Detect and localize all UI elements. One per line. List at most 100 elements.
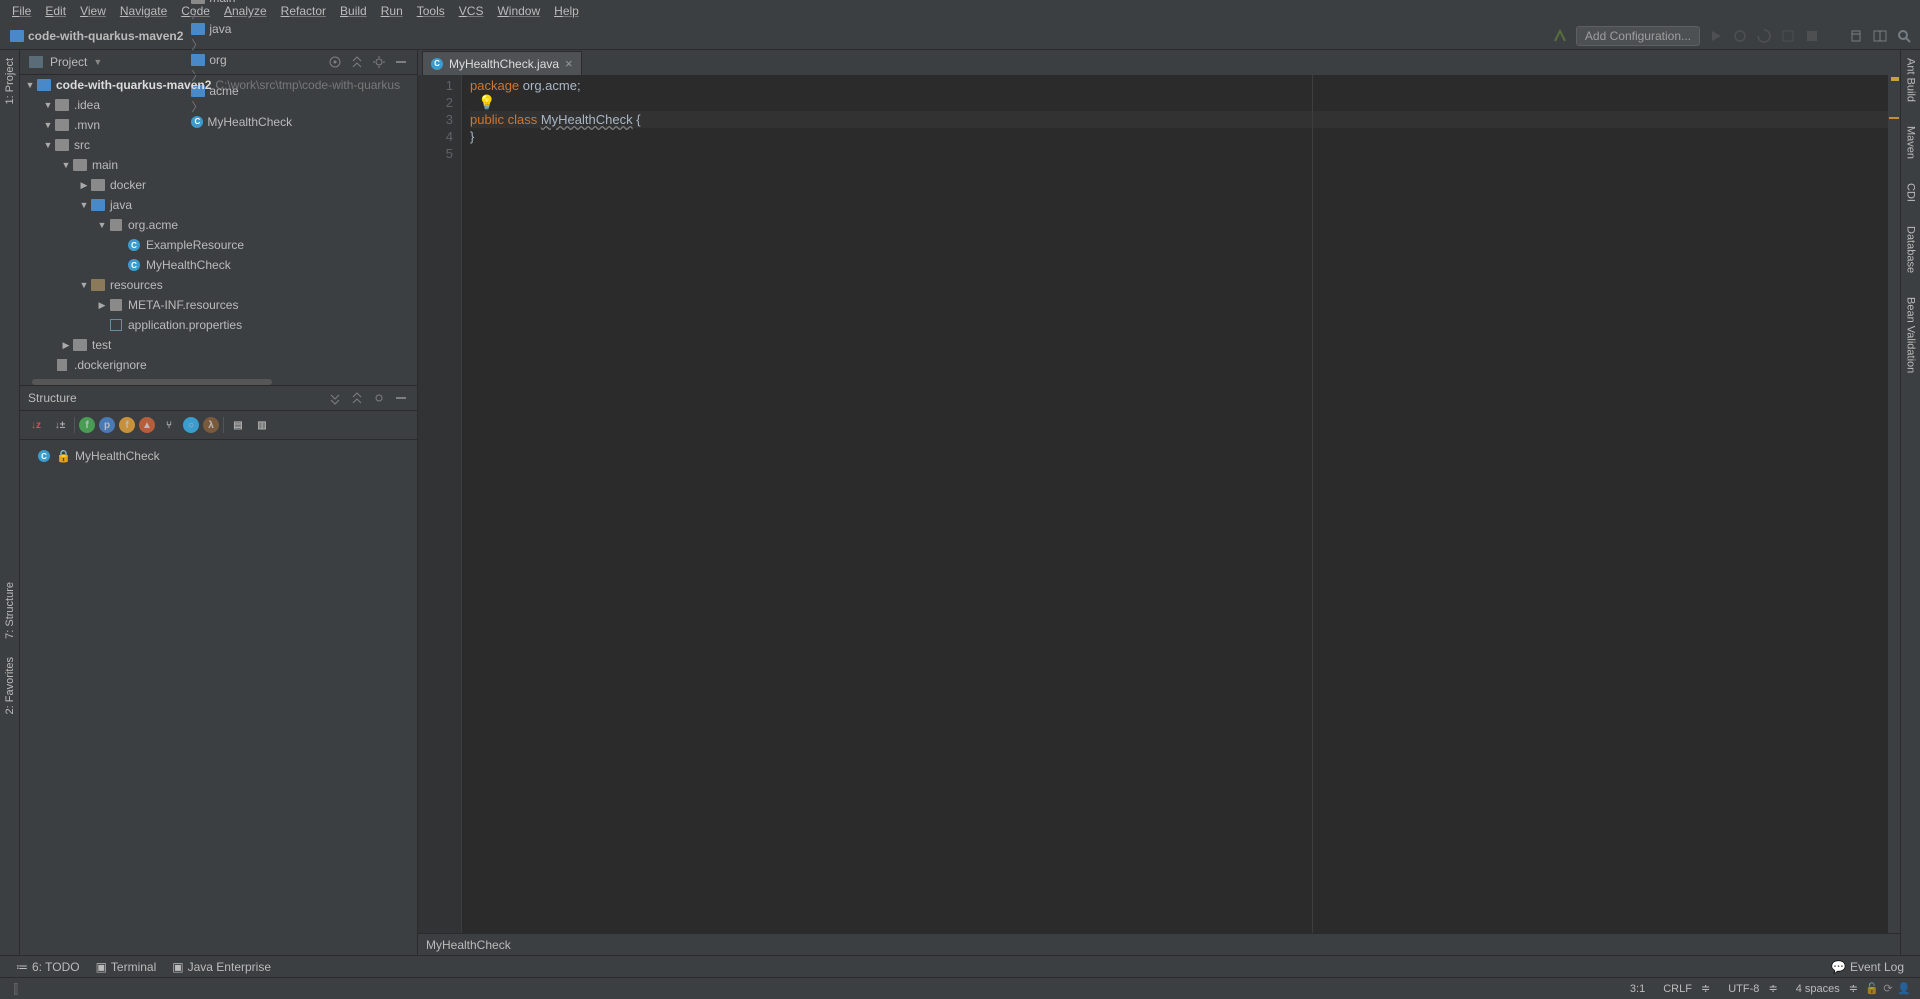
tree-item-myhealthcheck[interactable]: CMyHealthCheck bbox=[20, 255, 417, 275]
editor-breadcrumb[interactable]: MyHealthCheck bbox=[418, 933, 1900, 955]
line-number: 4 bbox=[418, 128, 453, 145]
file-encoding[interactable]: UTF-8 ≑ bbox=[1716, 982, 1783, 995]
folder-icon bbox=[191, 23, 205, 35]
class-icon: C bbox=[128, 259, 140, 271]
terminal-tool-button[interactable]: ▣Terminal bbox=[88, 960, 165, 974]
editor-tab-bar: C MyHealthCheck.java × bbox=[418, 50, 1900, 75]
expand-all-icon[interactable] bbox=[327, 390, 343, 406]
intention-bulb-icon[interactable]: 💡 bbox=[470, 94, 495, 110]
tree-item-dockerignore[interactable]: .dockerignore bbox=[20, 355, 417, 375]
locate-icon[interactable] bbox=[327, 54, 343, 70]
folder-icon bbox=[191, 0, 205, 4]
right-tab-maven[interactable]: Maven bbox=[1905, 122, 1917, 163]
tree-item-mvn[interactable]: ▼.mvn bbox=[20, 115, 417, 135]
folder-icon bbox=[91, 199, 105, 211]
sort-alpha-icon[interactable]: ↓z bbox=[26, 415, 46, 435]
tree-item-orgacme[interactable]: ▼org.acme bbox=[20, 215, 417, 235]
crumb-main[interactable]: main bbox=[189, 0, 294, 5]
readonly-lock-icon[interactable]: 🔓 bbox=[1864, 981, 1880, 997]
todo-tool-button[interactable]: ≔6: TODO bbox=[8, 960, 88, 974]
collapse-all-icon[interactable] bbox=[349, 390, 365, 406]
tree-item-src[interactable]: ▼src bbox=[20, 135, 417, 155]
tree-item-main[interactable]: ▼main bbox=[20, 155, 417, 175]
lock-icon: 🔒 bbox=[56, 449, 71, 463]
split-icon[interactable] bbox=[1872, 28, 1888, 44]
show-inherited-icon[interactable]: ▲ bbox=[139, 417, 155, 433]
tool-windows-icon[interactable] bbox=[8, 981, 24, 997]
search-everywhere-icon[interactable] bbox=[1896, 28, 1912, 44]
profile-icon[interactable] bbox=[1780, 28, 1796, 44]
left-tool-strip: 1: Project 7: Structure 2: Favorites bbox=[0, 50, 20, 955]
caret-position[interactable]: 3:1 bbox=[1624, 983, 1651, 995]
structure-panel-header: Structure bbox=[20, 386, 417, 411]
crumb-java[interactable]: java bbox=[189, 22, 294, 36]
folder-icon bbox=[91, 179, 105, 191]
project-tree[interactable]: ▼ code-with-quarkus-maven2 C:\work\src\t… bbox=[20, 75, 417, 385]
left-tab-project[interactable]: 1: Project bbox=[4, 54, 16, 108]
class-icon: C bbox=[38, 450, 50, 462]
crumb-project[interactable]: code-with-quarkus-maven2 bbox=[8, 29, 185, 43]
sort-visibility-icon[interactable]: ↓± bbox=[50, 415, 70, 435]
left-tab-structure[interactable]: 7: Structure bbox=[4, 578, 16, 643]
right-tab-database[interactable]: Database bbox=[1905, 222, 1917, 277]
debug-icon[interactable] bbox=[1732, 28, 1748, 44]
resources-folder-icon bbox=[91, 279, 105, 291]
line-number: 1 bbox=[418, 77, 453, 94]
memory-indicator-icon[interactable]: ⟳ bbox=[1880, 981, 1896, 997]
tree-item-docker[interactable]: ▶docker bbox=[20, 175, 417, 195]
vcs-icon[interactable] bbox=[1848, 28, 1864, 44]
package-icon bbox=[110, 299, 122, 311]
gutter: 12345 bbox=[418, 75, 462, 933]
editor-tab[interactable]: C MyHealthCheck.java × bbox=[422, 51, 582, 75]
right-tab-cdi[interactable]: CDI bbox=[1905, 179, 1917, 206]
tree-item-idea[interactable]: ▼.idea bbox=[20, 95, 417, 115]
line-number: 2 bbox=[418, 94, 453, 111]
error-stripe[interactable] bbox=[1888, 75, 1900, 933]
autoscroll-source-icon[interactable]: ▤ bbox=[228, 415, 248, 435]
tree-item-test[interactable]: ▶test bbox=[20, 335, 417, 355]
tree-item-java[interactable]: ▼java bbox=[20, 195, 417, 215]
tree-item-metainfresources[interactable]: ▶META-INF.resources bbox=[20, 295, 417, 315]
structure-item[interactable]: C 🔒 MyHealthCheck bbox=[28, 446, 409, 466]
tree-item-applicationproperties[interactable]: application.properties bbox=[20, 315, 417, 335]
hide-icon[interactable] bbox=[393, 54, 409, 70]
line-separator[interactable]: CRLF ≑ bbox=[1651, 982, 1716, 995]
collapse-all-icon[interactable] bbox=[349, 54, 365, 70]
jee-tool-button[interactable]: ▣Java Enterprise bbox=[164, 960, 279, 974]
right-tab-bean-validation[interactable]: Bean Validation bbox=[1905, 293, 1917, 377]
build-icon[interactable] bbox=[1552, 28, 1568, 44]
hide-icon[interactable] bbox=[393, 390, 409, 406]
run-coverage-icon[interactable] bbox=[1756, 28, 1772, 44]
indent-setting[interactable]: 4 spaces ≑ bbox=[1784, 982, 1864, 995]
run-configuration-combo[interactable]: Add Configuration... bbox=[1576, 26, 1700, 46]
show-lambda-icon[interactable]: λ bbox=[203, 417, 219, 433]
show-anon-icon[interactable]: ⑂ bbox=[159, 415, 179, 435]
autoscroll-from-icon[interactable]: ▥ bbox=[252, 415, 272, 435]
stop-icon[interactable] bbox=[1804, 28, 1820, 44]
inspections-icon[interactable]: 👤 bbox=[1896, 981, 1912, 997]
project-panel-title: Project bbox=[50, 55, 87, 69]
folder-icon bbox=[73, 159, 87, 171]
settings-icon[interactable] bbox=[371, 54, 387, 70]
folder-icon bbox=[73, 339, 87, 351]
tree-item-resources[interactable]: ▼resources bbox=[20, 275, 417, 295]
package-icon bbox=[110, 219, 122, 231]
show-properties-icon[interactable]: p bbox=[99, 417, 115, 433]
folder-icon bbox=[55, 119, 69, 131]
right-margin bbox=[1312, 75, 1313, 933]
left-tab-favorites[interactable]: 2: Favorites bbox=[4, 653, 16, 718]
line-number: 3 bbox=[418, 111, 453, 128]
show-fields-icon[interactable]: f bbox=[79, 417, 95, 433]
tree-item-exampleresource[interactable]: CExampleResource bbox=[20, 235, 417, 255]
show-class-icon[interactable]: ○ bbox=[183, 417, 199, 433]
settings-icon[interactable] bbox=[371, 390, 387, 406]
right-tab-ant-build[interactable]: Ant Build bbox=[1905, 54, 1917, 106]
close-tab-icon[interactable]: × bbox=[565, 56, 573, 71]
event-log-button[interactable]: 💬Event Log bbox=[1823, 960, 1912, 974]
module-icon bbox=[37, 79, 51, 91]
show-methods-icon[interactable]: f bbox=[119, 417, 135, 433]
tree-horizontal-scrollbar[interactable] bbox=[32, 379, 272, 385]
run-icon[interactable] bbox=[1708, 28, 1724, 44]
tree-root[interactable]: ▼ code-with-quarkus-maven2 C:\work\src\t… bbox=[20, 75, 417, 95]
code-editor[interactable]: 12345 package org.acme; 💡 public class M… bbox=[418, 75, 1900, 933]
